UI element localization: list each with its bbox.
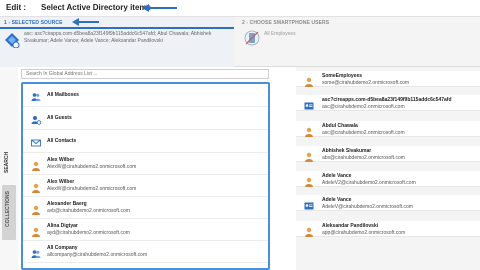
tab-search[interactable]: SEARCH <box>4 147 14 177</box>
source-panel: All Mailboxes All Guests All Contacts Alex … <box>18 67 274 270</box>
selected-item[interactable]: Aleksandar Pandilovski app@cirahubdemo2.o… <box>296 221 480 237</box>
list-item[interactable]: All Contacts <box>23 130 268 153</box>
item-email: app@cirahubdemo2.onmicrosoft.com <box>322 230 406 236</box>
contact-card-icon <box>304 98 314 110</box>
user-icon <box>304 149 314 162</box>
item-name: asc?cireapps.com-d5bea8a23f149f9b115addc… <box>322 97 452 103</box>
edit-label: Edit : <box>6 3 26 12</box>
item-name: Alina Digtyar <box>47 223 78 229</box>
wizard-steps: 1 - SELECTED SOURCE asc: asc?cirapps.com… <box>0 17 480 67</box>
arrow-icon <box>142 4 177 12</box>
item-email: AlexW@cirahubdemo2.onmicrosoft.com <box>47 164 137 170</box>
selected-item[interactable]: Adele Vance AdeleV@cirahubdemo2.onmicroso… <box>296 195 480 211</box>
item-name: SomeEmployees <box>322 73 363 79</box>
user-icon <box>31 202 41 215</box>
item-name: Abhishek Sivakumar <box>322 148 372 154</box>
user-icon <box>304 124 314 137</box>
user-icon <box>304 74 314 87</box>
item-name: Abdul Chawala <box>322 123 358 129</box>
item-email: avb@cirahubdemo2.onmicrosoft.com <box>47 208 130 214</box>
step2-label: 2 - CHOOSE SMARTPHONE USERS <box>242 20 330 26</box>
side-tabs: SEARCH COLLECTIONS <box>0 67 18 270</box>
item-email: AlexW@cirahubdemo2.onmicrosoft.com <box>47 186 137 192</box>
item-email: asc@cirahubdemo2.onmicrosoft.com <box>322 130 405 136</box>
step2-description: All Employees <box>264 31 296 37</box>
top-header: Edit : Select Active Directory items <box>0 0 480 17</box>
tab-collections-label: COLLECTIONS <box>5 191 11 227</box>
step1-label: 1 - SELECTED SOURCE <box>4 20 63 26</box>
list-item[interactable]: All Mailboxes <box>23 84 268 107</box>
contact-card-icon <box>304 198 314 210</box>
selected-item[interactable]: Adele Vance AdeleV2@cirahubdemo2.onmicros… <box>296 171 480 187</box>
selected-item[interactable]: SomeEmployees some@cirahubdemo2.onmicroso… <box>296 71 480 87</box>
list-item[interactable]: All Guests <box>23 107 268 130</box>
step1-progress-bar <box>0 27 234 29</box>
item-name: Aleksandar Pandilovski <box>322 223 379 229</box>
smartphone-users-icon <box>244 30 260 46</box>
selected-item[interactable]: asc?cireapps.com-d5bea8a23f149f9b115addc… <box>296 95 480 111</box>
step-selected-source[interactable]: 1 - SELECTED SOURCE asc: asc?cirapps.com… <box>0 17 234 67</box>
item-name: Alex Wilber <box>47 179 75 185</box>
list-item[interactable]: Alex Wilber AlexW@cirahubdemo2.onmicrosof… <box>23 175 268 197</box>
selected-item[interactable]: Abdul Chawala asc@cirahubdemo2.onmicrosof… <box>296 121 480 137</box>
user-icon <box>31 224 41 237</box>
arrow-icon <box>72 18 99 26</box>
selected-item[interactable]: Abhishek Sivakumar abs@cirahubdemo2.onmic… <box>296 146 480 162</box>
item-email: abs@cirahubdemo2.onmicrosoft.com <box>322 155 405 161</box>
group-icon <box>31 89 41 101</box>
tab-collections[interactable]: COLLECTIONS <box>2 185 16 240</box>
item-name: All Contacts <box>47 138 77 144</box>
step1-description: asc: asc?cirapps.com-d5bea8a23f149f9b115… <box>24 31 212 44</box>
user-icon <box>31 180 41 193</box>
item-email: ayd@cirahubdemo2.onmicrosoft.com <box>47 230 130 236</box>
item-name: Alex Wilber <box>47 157 75 163</box>
list-item[interactable]: All Company allcompany@cirahubdemo2.onmic… <box>23 241 268 263</box>
item-name: All Mailboxes <box>47 92 79 98</box>
list-item[interactable]: Alex Wilber AlexW@cirahubdemo2.onmicrosof… <box>23 153 268 175</box>
active-directory-icon <box>5 33 20 48</box>
user-icon <box>304 174 314 187</box>
item-email: AdeleV@cirahubdemo2.onmicrosoft.com <box>322 204 413 210</box>
guest-icon <box>31 112 42 125</box>
list-item[interactable]: Alexander Baerg avb@cirahubdemo2.onmicros… <box>23 197 268 219</box>
page-title: Select Active Directory items <box>41 3 151 12</box>
selected-list: SomeEmployees some@cirahubdemo2.onmicroso… <box>296 67 480 270</box>
item-email: allcompany@cirahubdemo2.onmicrosoft.com <box>47 252 148 258</box>
contact-icon <box>31 135 41 147</box>
list-item[interactable]: Alina Digtyar ayd@cirahubdemo2.onmicrosof… <box>23 219 268 241</box>
user-icon <box>304 224 314 237</box>
user-icon <box>31 158 41 171</box>
item-name: Alexander Baerg <box>47 201 87 207</box>
item-name: Adele Vance <box>322 173 352 179</box>
item-name: All Guests <box>47 115 72 121</box>
group-icon <box>31 246 41 258</box>
item-name: Adele Vance <box>322 197 352 203</box>
item-email: some@cirahubdemo2.onmicrosoft.com <box>322 80 410 86</box>
source-list: All Mailboxes All Guests All Contacts Alex … <box>21 82 270 270</box>
step-choose-users[interactable]: 2 - CHOOSE SMARTPHONE USERS All Employee… <box>234 17 480 67</box>
item-name: All Company <box>47 245 78 251</box>
search-input[interactable] <box>21 69 269 79</box>
item-email: asc@cirahubdemo2.onmicrosoft.com <box>322 104 405 110</box>
item-email: AdeleV2@cirahubdemo2.onmicrosoft.com <box>322 180 416 186</box>
